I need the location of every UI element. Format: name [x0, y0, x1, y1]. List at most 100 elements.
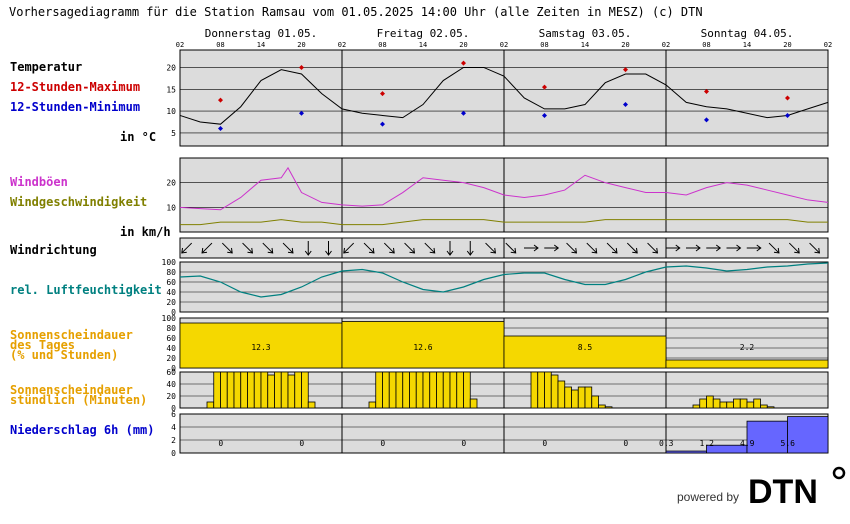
sun-hourly-bar — [213, 371, 221, 409]
sun-hourly-bar — [550, 374, 559, 409]
hour-tick-label: 20 — [459, 41, 467, 49]
sun-hourly-bar — [760, 404, 768, 409]
label-12h-max: 12-Stunden-Maximum — [10, 80, 140, 94]
sun-hourly-bar — [274, 371, 282, 409]
sun-hourly-bar — [375, 371, 383, 409]
sun-hourly-bar — [598, 404, 606, 409]
y-tick-label: 0 — [171, 449, 176, 458]
label-winddir: Windrichtung — [10, 243, 97, 257]
sun-hourly-bar — [382, 371, 390, 409]
sun-hourly-bar — [571, 389, 579, 409]
sun-hourly-bar — [604, 406, 613, 409]
sun-hourly-bar — [712, 398, 721, 409]
sun-hourly-bar — [692, 404, 701, 409]
sun-hourly-bar — [584, 386, 593, 409]
hour-tick-label: 08 — [702, 41, 710, 49]
label-gusts: Windböen — [10, 175, 68, 189]
sun-hourly-bar — [429, 371, 437, 409]
sun-hourly-bar — [449, 371, 458, 409]
y-tick-label: 2 — [171, 436, 176, 445]
sun-hourly-bar — [544, 371, 552, 409]
hour-tick-label: 14 — [257, 41, 265, 49]
powered-by-text: powered by — [677, 490, 739, 504]
sun-hourly-bar — [280, 371, 289, 409]
y-tick-label: 15 — [166, 85, 176, 94]
hour-tick-label: 08 — [216, 41, 224, 49]
sun-hourly-bar — [557, 380, 566, 409]
y-tick-label: 6 — [171, 410, 176, 419]
hour-tick-label: 02 — [662, 41, 670, 49]
sun-hourly-bar — [294, 371, 302, 409]
sun-daily-value: 2.2 — [740, 343, 755, 352]
sun-hourly-bar — [436, 371, 444, 409]
y-tick-label: 4 — [171, 423, 176, 432]
sun-hourly-bar — [395, 371, 404, 409]
sun-hourly-bar — [368, 401, 377, 409]
label-sun-daily-3: (% und Stunden) — [10, 348, 118, 362]
sun-hourly-bar — [415, 371, 424, 409]
hour-tick-label: 02 — [338, 41, 346, 49]
label-windspeed: Windgeschwindigkeit — [10, 195, 147, 209]
hour-tick-label: 02 — [176, 41, 184, 49]
sun-hourly-bar — [220, 371, 228, 409]
sun-hourly-bar — [463, 371, 471, 409]
y-tick-label: 20 — [166, 63, 176, 72]
sun-hourly-bar — [706, 395, 714, 409]
sun-hourly-bar — [307, 401, 316, 409]
hour-tick-label: 14 — [581, 41, 589, 49]
chart-title: Vorhersagediagramm für die Station Ramsa… — [9, 5, 703, 19]
y-tick-label: 20 — [166, 179, 176, 188]
sun-hourly-bar — [719, 401, 728, 409]
sun-hourly-bar — [206, 401, 215, 409]
y-tick-label: 5 — [171, 129, 176, 138]
precip-value: 0.3 — [659, 439, 674, 448]
precip-value: 0 — [623, 439, 628, 448]
sun-hourly-bar — [402, 371, 410, 409]
y-tick-label: 20 — [166, 354, 176, 363]
hour-tick-label: 08 — [378, 41, 386, 49]
sun-hourly-bar — [733, 398, 741, 409]
sun-hourly-bar — [469, 398, 478, 409]
sun-hourly-bar — [226, 371, 235, 409]
sun-hourly-bar — [746, 401, 755, 409]
label-precip: Niederschlag 6h (mm) — [10, 423, 155, 437]
y-tick-label: 20 — [166, 392, 176, 401]
day-label: Freitag 02.05. — [377, 27, 470, 40]
precip-value: 5.6 — [781, 439, 796, 448]
sun-hourly-bar — [267, 374, 275, 409]
label-sun-hourly-2: stündlich (Minuten) — [10, 393, 147, 407]
sun-hourly-bar — [766, 406, 775, 409]
hour-tick-label: 14 — [419, 41, 427, 49]
y-tick-label: 10 — [166, 107, 176, 116]
sun-hourly-bar — [726, 401, 734, 409]
sun-daily-bar — [503, 335, 667, 369]
sun-daily-value: 12.6 — [413, 343, 432, 352]
label-temp-unit: in °C — [120, 130, 156, 144]
y-tick-label: 40 — [166, 380, 176, 389]
y-tick-label: 40 — [166, 288, 176, 297]
precip-value: 4.9 — [740, 439, 755, 448]
hour-tick-label: 20 — [783, 41, 791, 49]
sun-hourly-bar — [422, 371, 431, 409]
dtn-logo-dot — [832, 466, 846, 480]
hour-tick-label: 20 — [297, 41, 305, 49]
y-tick-label: 60 — [166, 368, 176, 377]
sun-hourly-bar — [591, 395, 599, 409]
sun-hourly-bar — [456, 371, 464, 409]
precip-bar — [665, 450, 707, 454]
sun-hourly-bar — [537, 371, 545, 409]
y-tick-label: 20 — [166, 298, 176, 307]
sun-daily-bar — [665, 359, 829, 369]
sun-daily-value: 12.3 — [251, 343, 270, 352]
sun-hourly-bar — [739, 398, 748, 409]
day-label: Sonntag 04.05. — [701, 27, 794, 40]
y-tick-label: 100 — [162, 258, 177, 267]
sun-hourly-bar — [530, 371, 539, 409]
day-label: Donnerstag 01.05. — [205, 27, 318, 40]
sun-hourly-bar — [564, 386, 572, 409]
dtn-logo-text: DTN — [748, 473, 818, 511]
hour-tick-label: 02 — [500, 41, 508, 49]
precip-value: 0 — [461, 439, 466, 448]
precip-bar — [746, 420, 788, 454]
y-tick-label: 60 — [166, 278, 176, 287]
